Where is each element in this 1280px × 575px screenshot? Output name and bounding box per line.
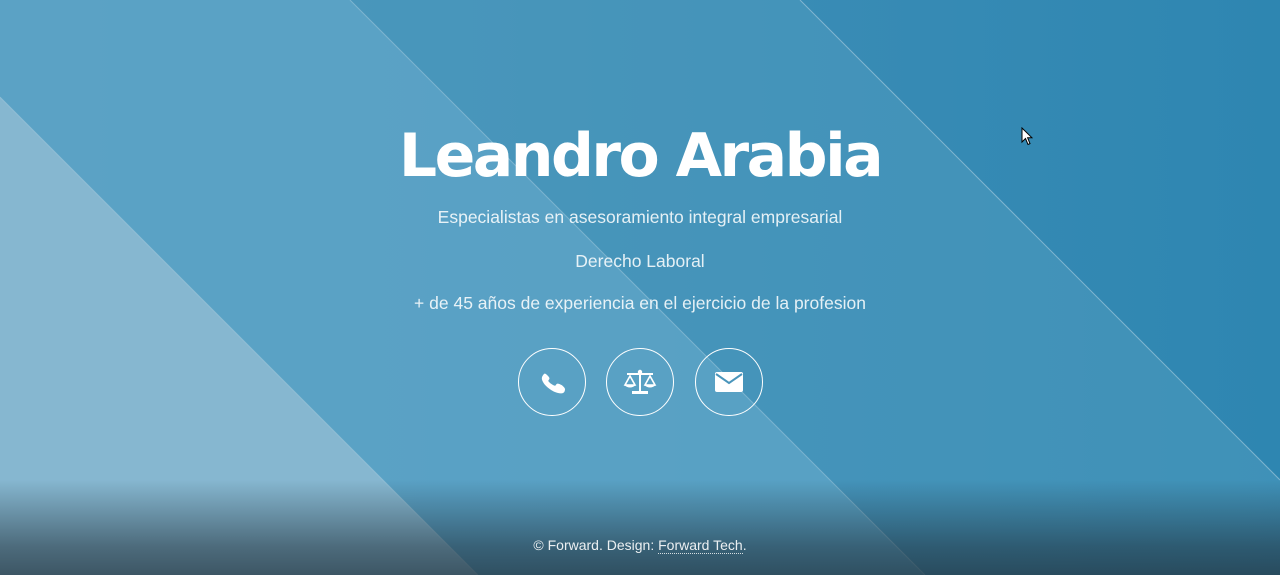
copyright-text: © Forward. Design: — [533, 537, 655, 553]
phone-icon — [541, 373, 566, 394]
page-title: Leandro Arabia — [398, 121, 884, 191]
law-button[interactable] — [606, 348, 674, 416]
experience-text: + de 45 años de experiencia en el ejerci… — [414, 293, 866, 313]
hero-section: Leandro Arabia Especialistas en asesoram… — [0, 0, 1280, 575]
mouse-cursor-icon — [1021, 127, 1033, 146]
scales-of-justice-icon — [623, 369, 657, 394]
footer-period: . — [742, 537, 747, 553]
tagline: Especialistas en asesoramiento integral … — [437, 207, 843, 227]
credit-link[interactable]: Forward Tech — [658, 537, 743, 554]
phone-button[interactable] — [518, 348, 586, 416]
practice-area: Derecho Laboral — [575, 251, 705, 271]
footer: © Forward. Design: Forward Tech. — [0, 537, 1280, 554]
email-button[interactable] — [695, 348, 763, 416]
envelope-icon — [715, 372, 743, 392]
contact-icons — [518, 348, 766, 418]
